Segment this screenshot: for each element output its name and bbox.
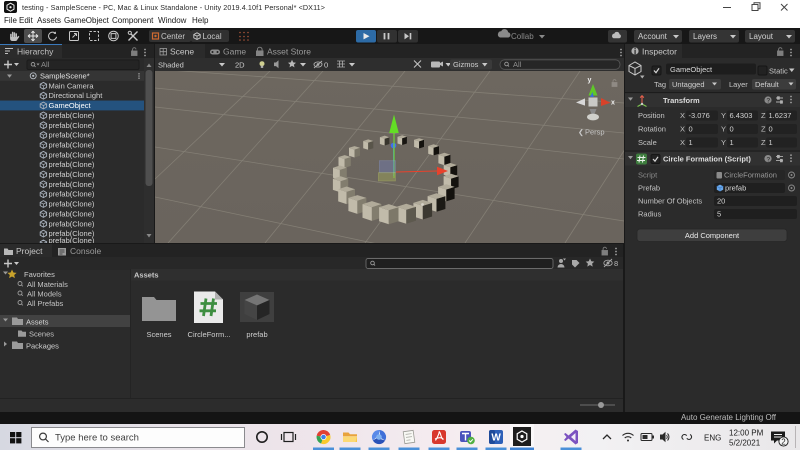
svg-text:W: W bbox=[491, 433, 501, 444]
svg-text:prefab(Clone): prefab(Clone) bbox=[49, 111, 95, 120]
svg-text:0: 0 bbox=[769, 125, 773, 134]
svg-text:prefab(Clone): prefab(Clone) bbox=[49, 160, 95, 169]
svg-text:prefab(Clone): prefab(Clone) bbox=[49, 180, 95, 189]
svg-text:2D: 2D bbox=[235, 61, 245, 70]
svg-text:Account: Account bbox=[638, 32, 668, 41]
svg-text:Center: Center bbox=[161, 32, 185, 41]
svg-text:1.6237: 1.6237 bbox=[769, 111, 792, 120]
svg-text:Favorites: Favorites bbox=[24, 270, 55, 279]
svg-text:6.4303: 6.4303 bbox=[730, 111, 753, 120]
svg-text:X: X bbox=[680, 125, 685, 134]
svg-text:Directional Light: Directional Light bbox=[49, 91, 104, 100]
svg-text:Default: Default bbox=[755, 80, 780, 89]
svg-text:y: y bbox=[588, 77, 592, 84]
svg-text:?: ? bbox=[766, 98, 770, 105]
svg-text:Main Camera: Main Camera bbox=[49, 81, 95, 90]
svg-text:Game: Game bbox=[223, 47, 246, 57]
svg-text:Rotation: Rotation bbox=[638, 125, 666, 134]
svg-text:12:00 PM: 12:00 PM bbox=[729, 429, 764, 438]
svg-text:Persp: Persp bbox=[585, 128, 605, 137]
svg-text:Y: Y bbox=[721, 111, 726, 120]
svg-text:prefab(Clone): prefab(Clone) bbox=[49, 190, 95, 199]
svg-text:Layer: Layer bbox=[729, 80, 748, 89]
svg-text:5/2/2021: 5/2/2021 bbox=[729, 439, 761, 448]
svg-text:prefab: prefab bbox=[725, 184, 746, 193]
svg-text:Y: Y bbox=[721, 125, 726, 134]
svg-text:prefab(Clone): prefab(Clone) bbox=[49, 219, 95, 228]
svg-text:1: 1 bbox=[730, 138, 734, 147]
svg-text:Collab: Collab bbox=[511, 32, 534, 41]
svg-text:Inspector: Inspector bbox=[642, 47, 677, 57]
svg-text:Scale: Scale bbox=[638, 138, 657, 147]
svg-text:Assets: Assets bbox=[134, 271, 159, 280]
svg-text:Static: Static bbox=[769, 67, 788, 76]
svg-text:Z: Z bbox=[761, 125, 766, 134]
svg-text:All: All bbox=[513, 60, 522, 69]
svg-text:Radius: Radius bbox=[638, 210, 662, 219]
svg-text:Number Of Objects: Number Of Objects bbox=[638, 197, 702, 206]
svg-text:Scene: Scene bbox=[170, 47, 194, 57]
svg-text:Tag: Tag bbox=[654, 80, 666, 89]
svg-text:prefab(Clone): prefab(Clone) bbox=[49, 141, 95, 150]
svg-text:prefab(Clone): prefab(Clone) bbox=[49, 236, 95, 243]
svg-text:0: 0 bbox=[324, 61, 328, 70]
svg-text:Z: Z bbox=[761, 138, 766, 147]
svg-text:Shaded: Shaded bbox=[158, 61, 184, 70]
svg-text:Layout: Layout bbox=[749, 32, 774, 41]
svg-text:❮: ❮ bbox=[578, 129, 584, 137]
svg-text:Hierarchy: Hierarchy bbox=[17, 47, 54, 57]
svg-text:Transform: Transform bbox=[663, 96, 700, 105]
svg-text:prefab: prefab bbox=[246, 330, 267, 339]
svg-text:20: 20 bbox=[717, 197, 725, 206]
svg-text:Scenes: Scenes bbox=[146, 330, 171, 339]
svg-text:x: x bbox=[611, 100, 615, 107]
svg-text:Console: Console bbox=[70, 246, 101, 256]
svg-text:All Materials: All Materials bbox=[27, 280, 68, 289]
svg-text:CircleFormation: CircleFormation bbox=[724, 171, 777, 180]
svg-text:Gizmos: Gizmos bbox=[453, 60, 479, 69]
svg-text:1: 1 bbox=[689, 138, 693, 147]
svg-text:CircleForm...: CircleForm... bbox=[188, 330, 231, 339]
svg-text:All Prefabs: All Prefabs bbox=[27, 299, 64, 308]
svg-text:Add Component: Add Component bbox=[685, 231, 740, 240]
svg-text:prefab(Clone): prefab(Clone) bbox=[49, 131, 95, 140]
svg-text:ENG: ENG bbox=[704, 434, 721, 443]
svg-text:prefab(Clone): prefab(Clone) bbox=[49, 209, 95, 218]
svg-text:prefab(Clone): prefab(Clone) bbox=[49, 150, 95, 159]
svg-text:Circle Formation (Script): Circle Formation (Script) bbox=[663, 155, 751, 164]
svg-text:0: 0 bbox=[689, 125, 693, 134]
svg-text:Assets: Assets bbox=[26, 318, 49, 327]
svg-text:All: All bbox=[41, 60, 50, 69]
svg-text:GameObject: GameObject bbox=[670, 65, 713, 74]
svg-text:Local: Local bbox=[203, 32, 222, 41]
svg-text:8: 8 bbox=[614, 259, 618, 268]
svg-text:All Models: All Models bbox=[27, 290, 62, 299]
svg-text:Asset Store: Asset Store bbox=[267, 47, 311, 57]
svg-text:Z: Z bbox=[761, 111, 766, 120]
svg-text:Layers: Layers bbox=[693, 32, 717, 41]
svg-text:X: X bbox=[680, 138, 685, 147]
svg-text:Untagged: Untagged bbox=[672, 80, 705, 89]
svg-text:Packages: Packages bbox=[26, 342, 59, 351]
svg-text:SampleScene*: SampleScene* bbox=[40, 72, 90, 81]
svg-text:5: 5 bbox=[717, 210, 721, 219]
svg-text:-3.076: -3.076 bbox=[689, 111, 710, 120]
svg-text:prefab(Clone): prefab(Clone) bbox=[49, 200, 95, 209]
svg-text:prefab(Clone): prefab(Clone) bbox=[49, 170, 95, 179]
svg-text:Scenes: Scenes bbox=[29, 330, 54, 339]
svg-text:GameObject: GameObject bbox=[49, 101, 92, 110]
svg-text:0: 0 bbox=[730, 125, 734, 134]
svg-text:Prefab: Prefab bbox=[638, 184, 660, 193]
svg-text:1: 1 bbox=[769, 138, 773, 147]
svg-text:Y: Y bbox=[721, 138, 726, 147]
svg-text:prefab(Clone): prefab(Clone) bbox=[49, 121, 95, 130]
svg-text:Project: Project bbox=[16, 246, 43, 256]
svg-text:Position: Position bbox=[638, 111, 665, 120]
svg-text:X: X bbox=[680, 111, 685, 120]
svg-text:Script: Script bbox=[638, 171, 658, 180]
svg-text:2: 2 bbox=[781, 438, 786, 447]
svg-text:Type here to search: Type here to search bbox=[55, 433, 139, 444]
svg-text:?: ? bbox=[766, 156, 770, 163]
